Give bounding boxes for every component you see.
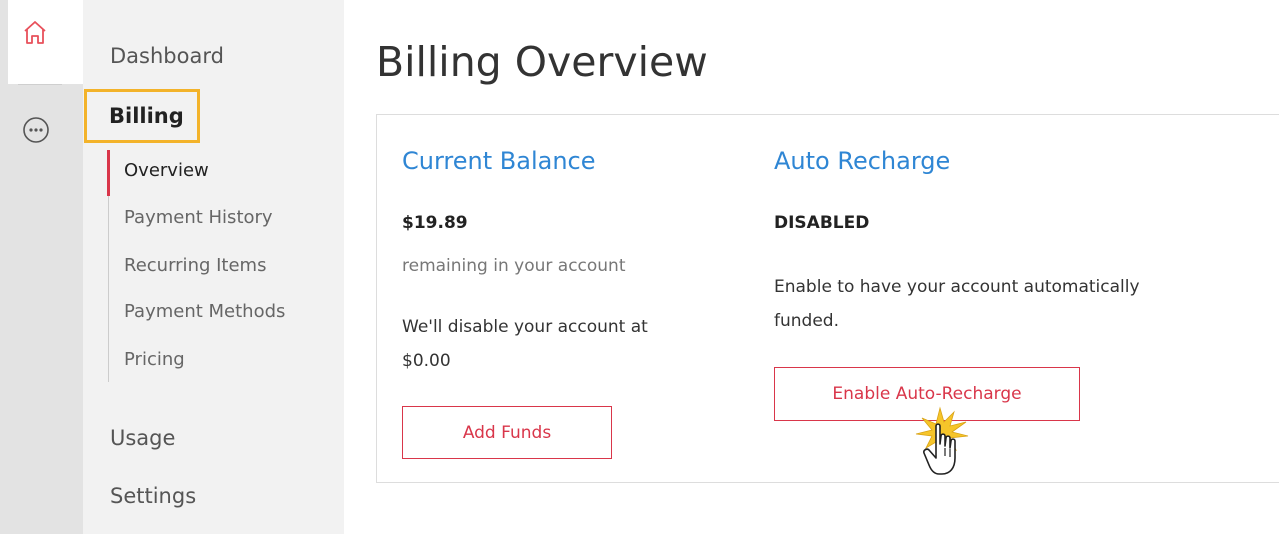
balance-caption: remaining in your account: [402, 256, 626, 276]
nav-item-usage[interactable]: Usage: [110, 426, 175, 450]
disable-threshold-note: We'll disable your account at $0.00: [402, 310, 648, 378]
page-title: Billing Overview: [376, 38, 708, 86]
auto-recharge-description: Enable to have your account automaticall…: [774, 270, 1140, 338]
nav-item-dashboard[interactable]: Dashboard: [110, 44, 224, 68]
rail-divider: [18, 84, 62, 85]
auto-recharge-description-line1: Enable to have your account automaticall…: [774, 277, 1140, 297]
subnav-item-pricing[interactable]: Pricing: [124, 349, 185, 370]
billing-subnav: Overview Payment History Recurring Items…: [106, 146, 326, 382]
subnav-active-indicator: [107, 150, 110, 196]
more-icon[interactable]: [22, 116, 50, 144]
disable-threshold-line1: We'll disable your account at: [402, 317, 648, 337]
current-balance-heading: Current Balance: [402, 147, 596, 175]
auto-recharge-status: DISABLED: [774, 213, 870, 233]
icon-rail: [0, 0, 83, 534]
nav-item-billing[interactable]: Billing: [84, 89, 200, 143]
balance-amount: $19.89: [402, 213, 468, 233]
subnav-item-recurring-items[interactable]: Recurring Items: [124, 255, 266, 276]
auto-recharge-description-line2: funded.: [774, 311, 839, 331]
subnav-item-overview[interactable]: Overview: [124, 160, 209, 181]
sidebar-nav: Dashboard Billing Overview Payment Histo…: [83, 0, 344, 534]
disable-threshold-value: $0.00: [402, 351, 451, 371]
add-funds-button[interactable]: Add Funds: [402, 406, 612, 459]
home-icon[interactable]: [15, 20, 55, 64]
subnav-item-payment-methods[interactable]: Payment Methods: [124, 301, 285, 322]
enable-auto-recharge-button[interactable]: Enable Auto-Recharge: [774, 367, 1080, 421]
auto-recharge-heading: Auto Recharge: [774, 147, 951, 175]
subnav-item-payment-history[interactable]: Payment History: [124, 207, 273, 228]
billing-app: Dashboard Billing Overview Payment Histo…: [0, 0, 1279, 534]
billing-overview-card: Current Balance $19.89 remaining in your…: [376, 114, 1279, 483]
nav-item-settings[interactable]: Settings: [110, 484, 196, 508]
